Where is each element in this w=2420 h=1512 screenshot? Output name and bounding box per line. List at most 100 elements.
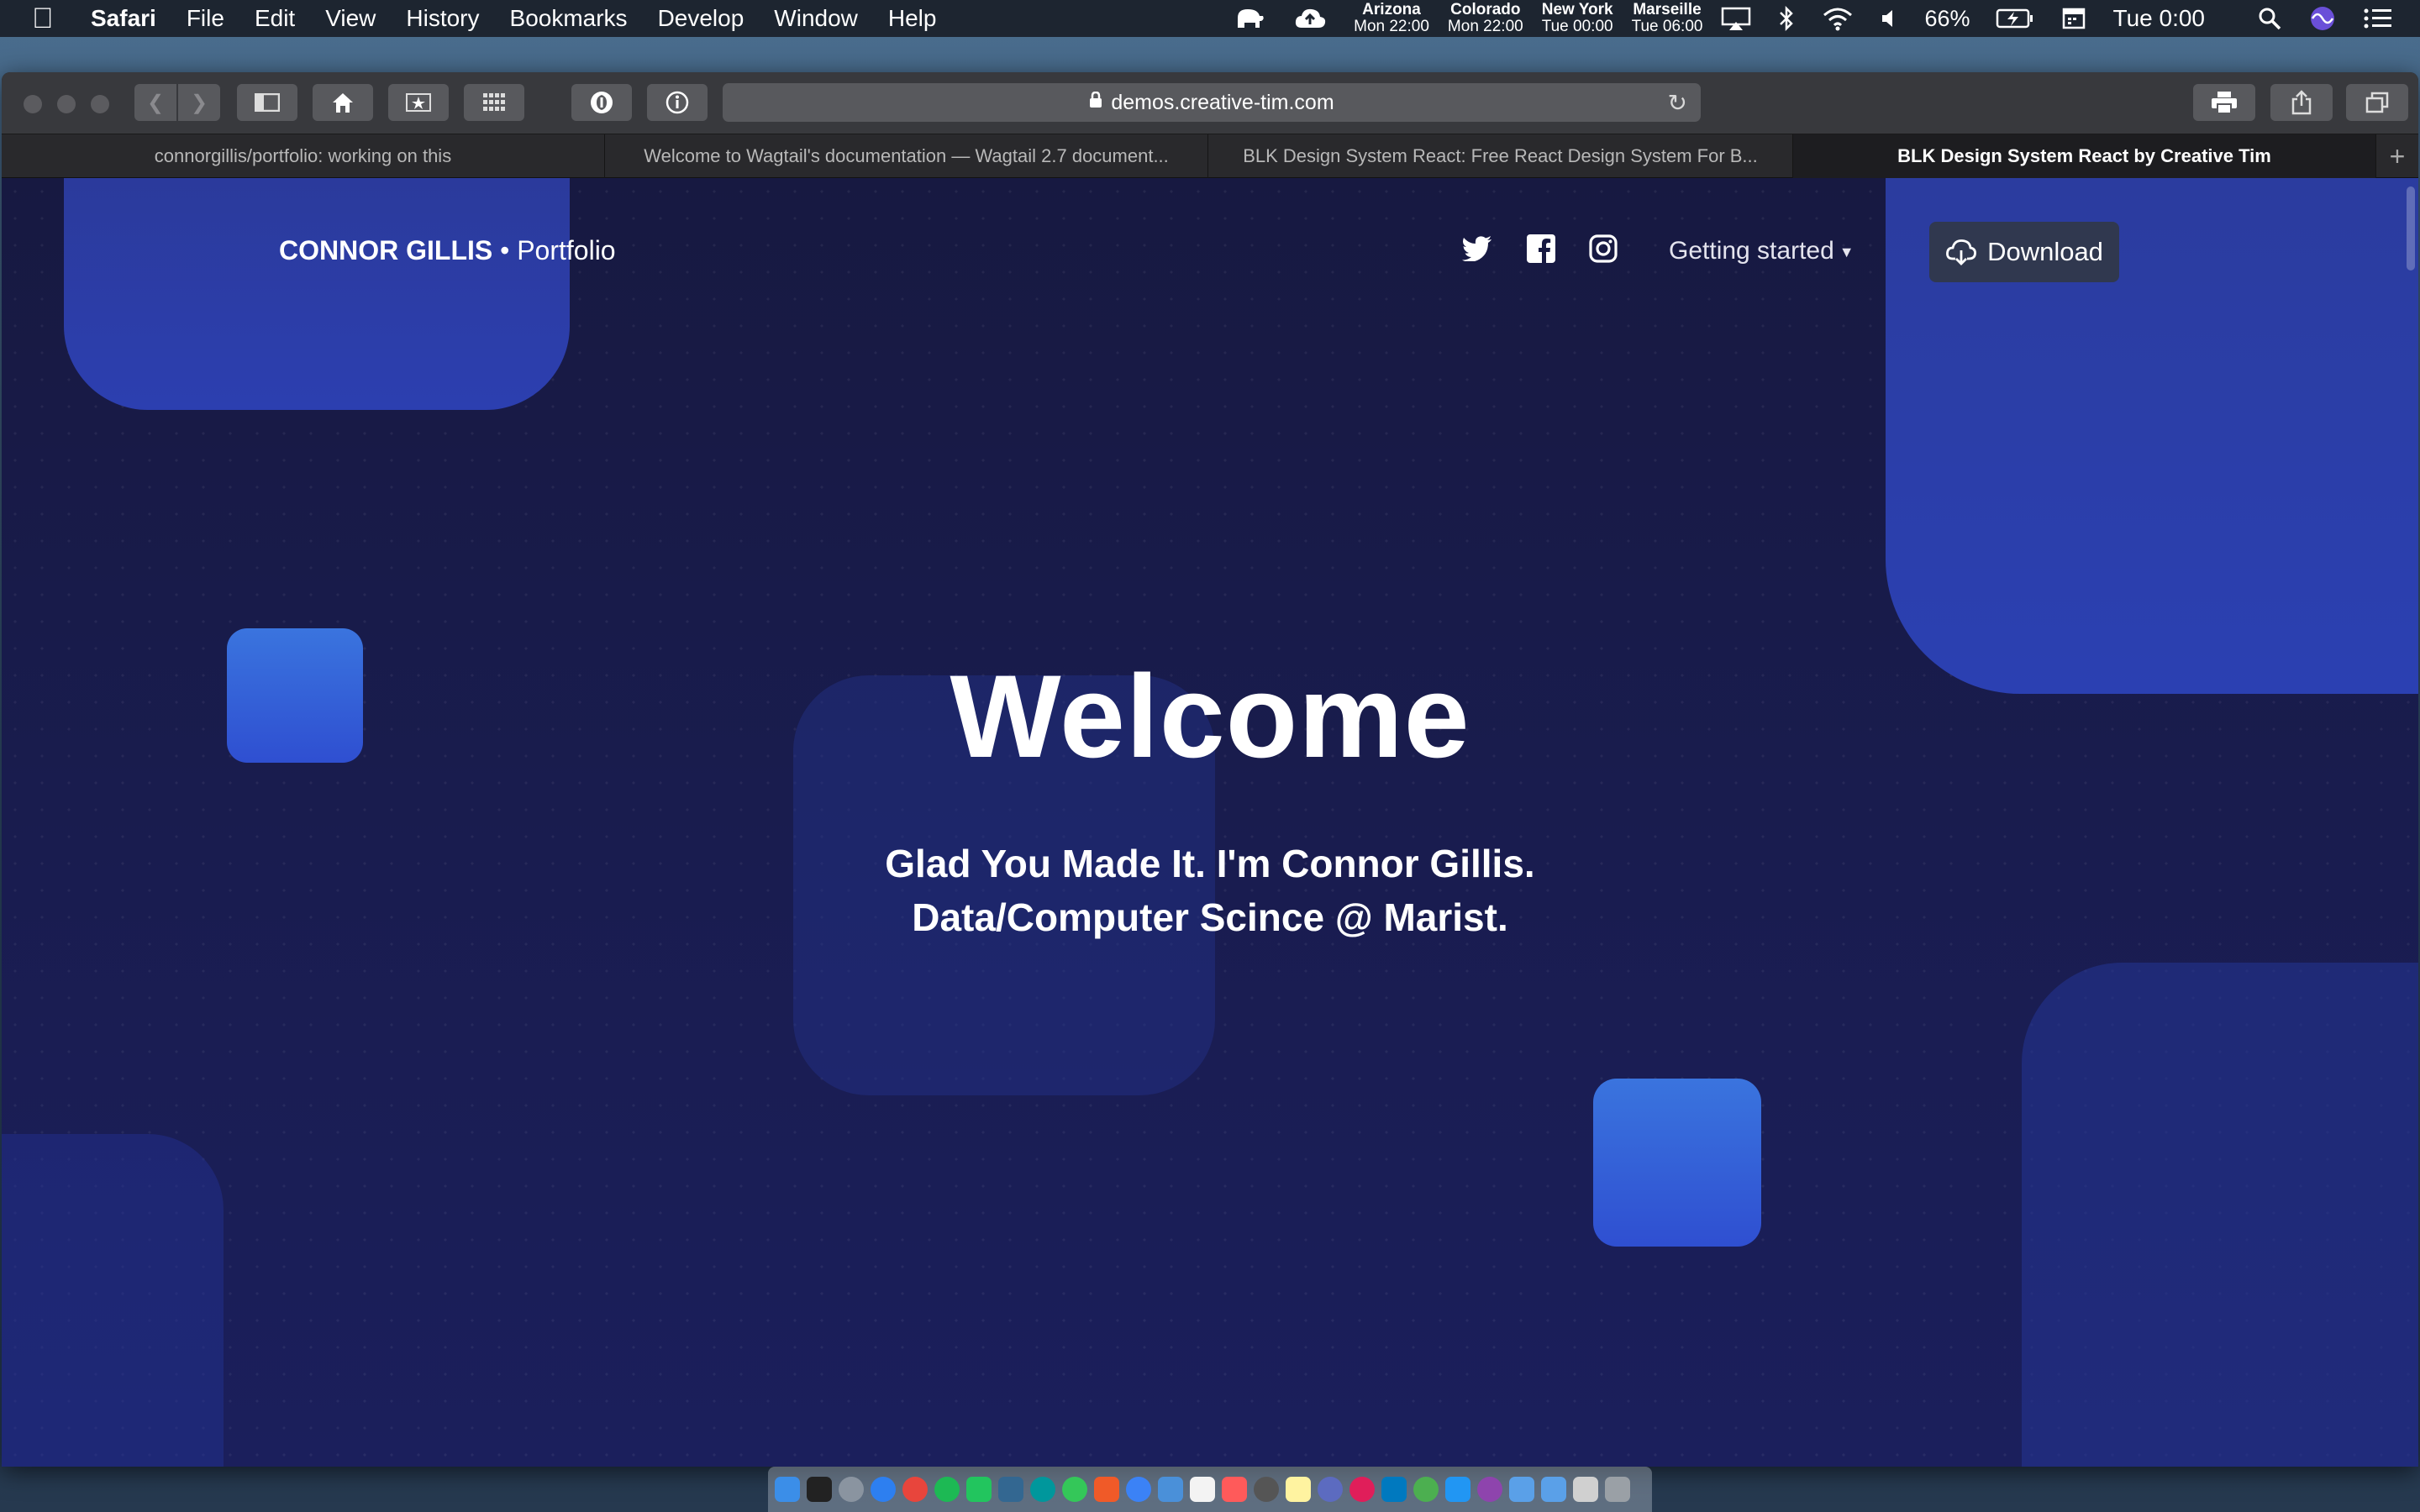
arduino-icon[interactable]	[1030, 1477, 1055, 1502]
tab-overview-button[interactable]	[2346, 84, 2408, 121]
page-scrollbar[interactable]	[2407, 186, 2415, 270]
terminal-icon[interactable]	[807, 1477, 832, 1502]
notification-center-icon[interactable]	[2363, 6, 2393, 31]
menu-view[interactable]: View	[325, 5, 376, 32]
notes-icon[interactable]	[1286, 1477, 1311, 1502]
grid-icon	[483, 93, 505, 111]
trello-icon[interactable]	[1381, 1477, 1407, 1502]
app-icon[interactable]	[1413, 1477, 1439, 1502]
spotlight-search-icon[interactable]	[2257, 6, 2282, 31]
github-icon[interactable]	[1477, 1477, 1502, 1502]
safari-window: ❮ ❯ demos.creative-tim.com ↻ connorgilli…	[2, 72, 2418, 1467]
document-icon[interactable]	[1573, 1477, 1598, 1502]
share-icon	[2291, 90, 2312, 115]
twitter-icon[interactable]	[1460, 232, 1494, 265]
menu-window[interactable]: Window	[774, 5, 858, 32]
minimize-window-button[interactable]	[57, 95, 76, 113]
tab-wagtail-docs[interactable]: Welcome to Wagtail's documentation — Wag…	[605, 134, 1208, 178]
world-clock-new-york[interactable]: New York Tue 00:00	[1542, 2, 1613, 35]
world-clock-arizona[interactable]: Arizona Mon 22:00	[1354, 2, 1429, 35]
site-brand[interactable]: CONNOR GILLIS • Portfolio	[279, 235, 616, 266]
facebook-icon[interactable]	[1524, 232, 1558, 265]
share-button[interactable]	[2270, 84, 2333, 121]
tab-blk-design-system[interactable]: BLK Design System React: Free React Desi…	[1208, 134, 1793, 178]
battery-percent[interactable]: 66%	[1924, 6, 1970, 32]
chevron-left-icon: ❮	[146, 91, 165, 114]
finder-icon[interactable]	[775, 1477, 800, 1502]
tab-github-portfolio[interactable]: connorgillis/portfolio: working on this	[2, 134, 605, 178]
spotify-icon[interactable]	[934, 1477, 960, 1502]
airplay-icon[interactable]	[1721, 6, 1751, 31]
battery-charging-icon[interactable]	[1996, 6, 2034, 31]
plus-icon: +	[2389, 140, 2406, 171]
chrome-icon[interactable]	[902, 1477, 928, 1502]
pycharm-icon[interactable]	[966, 1477, 992, 1502]
getting-started-dropdown[interactable]: Getting started ▼	[1669, 237, 1854, 265]
decorative-square	[1593, 1079, 1761, 1247]
app-icon[interactable]	[1318, 1477, 1343, 1502]
menu-bookmarks[interactable]: Bookmarks	[510, 5, 628, 32]
menu-develop[interactable]: Develop	[658, 5, 744, 32]
clock-time: Mon 22:00	[1447, 18, 1523, 35]
web-page: CONNOR GILLIS • Portfolio Getting starte…	[2, 178, 2418, 1467]
back-button[interactable]: ❮	[134, 84, 176, 121]
menu-file[interactable]: File	[187, 5, 224, 32]
close-window-button[interactable]	[24, 95, 42, 113]
launchpad-icon[interactable]	[839, 1477, 864, 1502]
download-button[interactable]: Download	[1929, 222, 2119, 282]
caret-down-icon: ▼	[1839, 243, 1854, 260]
preview-icon[interactable]	[1158, 1477, 1183, 1502]
brand-subtitle: • Portfolio	[500, 235, 616, 265]
forward-button[interactable]: ❯	[178, 84, 220, 121]
app-icon[interactable]	[1445, 1477, 1470, 1502]
tab-blk-creative-tim-active[interactable]: BLK Design System React by Creative Tim	[1793, 134, 2376, 178]
apple-menu-icon[interactable]: 	[32, 3, 66, 35]
clock-time: Tue 06:00	[1631, 18, 1703, 35]
printer-icon	[2212, 92, 2237, 114]
tab-title: Welcome to Wagtail's documentation — Wag…	[644, 145, 1169, 166]
dock	[768, 1467, 1652, 1512]
top-sites-button[interactable]	[464, 84, 524, 121]
extension-button[interactable]	[571, 84, 632, 121]
wifi-icon[interactable]	[1822, 6, 1854, 31]
messages-icon[interactable]	[1126, 1477, 1151, 1502]
address-bar[interactable]: demos.creative-tim.com ↻	[723, 83, 1701, 122]
folder-icon[interactable]	[1541, 1477, 1566, 1502]
bluetooth-icon[interactable]	[1778, 6, 1795, 31]
zoom-window-button[interactable]	[91, 95, 109, 113]
world-clock-marseille[interactable]: Marseille Tue 06:00	[1632, 2, 1703, 35]
clock-time: Mon 22:00	[1354, 18, 1429, 35]
calendar-dock-icon[interactable]	[1222, 1477, 1247, 1502]
activity-icon[interactable]	[1254, 1477, 1279, 1502]
favorites-button[interactable]	[388, 84, 449, 121]
world-clock-colorado[interactable]: Colorado Mon 22:00	[1448, 2, 1523, 35]
reload-icon[interactable]: ↻	[1668, 89, 1687, 117]
menu-history[interactable]: History	[406, 5, 479, 32]
folder-icon[interactable]	[1509, 1477, 1534, 1502]
intellij-icon[interactable]	[1094, 1477, 1119, 1502]
tab-title: connorgillis/portfolio: working on this	[154, 145, 452, 166]
app-icon[interactable]	[1190, 1477, 1215, 1502]
siri-icon[interactable]	[2309, 5, 2336, 32]
tabs-icon	[2365, 92, 2389, 113]
home-button[interactable]	[313, 84, 373, 121]
new-tab-button[interactable]: +	[2376, 134, 2418, 178]
hero-subtitle: Glad You Made It. I'm Connor Gillis. Dat…	[2, 837, 2418, 944]
elephant-icon[interactable]	[1233, 6, 1266, 31]
sidebar-toggle-button[interactable]	[237, 84, 297, 121]
calendar-icon[interactable]	[2061, 6, 2086, 31]
volume-icon[interactable]	[1881, 6, 1897, 31]
instagram-icon[interactable]	[1586, 232, 1620, 265]
slack-icon[interactable]	[1349, 1477, 1375, 1502]
safari-icon[interactable]	[871, 1477, 896, 1502]
menu-app-name[interactable]: Safari	[91, 5, 156, 32]
trash-icon[interactable]	[1605, 1477, 1630, 1502]
menu-edit[interactable]: Edit	[255, 5, 295, 32]
menu-help[interactable]: Help	[888, 5, 937, 32]
app-icon[interactable]	[1062, 1477, 1087, 1502]
print-button[interactable]	[2193, 84, 2255, 121]
postgres-icon[interactable]	[998, 1477, 1023, 1502]
page-info-button[interactable]	[647, 84, 708, 121]
cloud-upload-icon[interactable]	[1293, 6, 1327, 31]
menu-clock[interactable]: Tue 0:00	[2113, 5, 2205, 32]
